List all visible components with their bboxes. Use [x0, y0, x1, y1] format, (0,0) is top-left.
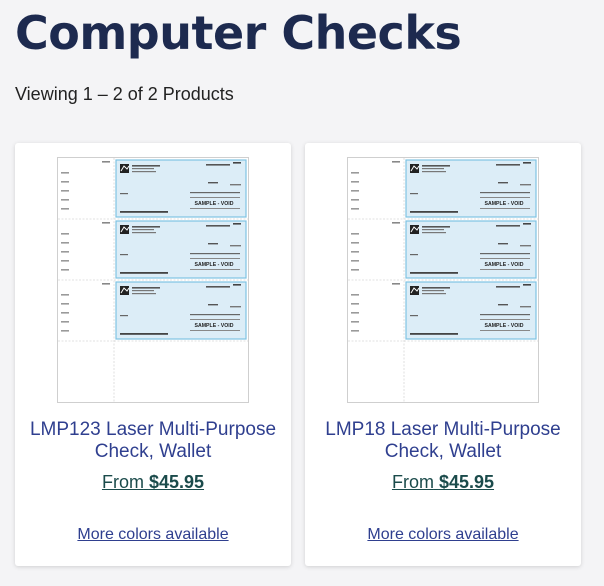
price-prefix: From	[101, 472, 144, 492]
svg-text:SAMPLE - VOID: SAMPLE - VOID	[195, 201, 234, 207]
results-count: Viewing 1 – 2 of 2 Products	[15, 84, 234, 104]
svg-text:SAMPLE - VOID: SAMPLE - VOID	[485, 201, 524, 207]
page-title: Computer Checks	[15, 6, 462, 60]
product-card[interactable]: SAMPLE - VOID SAMPLE - VOID SAMPLE - VOID …	[15, 143, 291, 566]
price-prefix: From	[391, 472, 434, 492]
svg-text:SAMPLE - VOID: SAMPLE - VOID	[195, 323, 234, 329]
svg-text:SAMPLE - VOID: SAMPLE - VOID	[485, 262, 524, 268]
check-sheet-image: SAMPLE - VOID SAMPLE - VOID SAMPLE - VOID	[58, 158, 248, 402]
svg-text:SAMPLE - VOID: SAMPLE - VOID	[195, 262, 234, 268]
more-colors-link[interactable]: More colors available	[15, 526, 291, 544]
product-title-link[interactable]: LMP18 Laser Multi-Purpose Check, Wallet	[317, 419, 569, 463]
product-thumbnail[interactable]: SAMPLE - VOID SAMPLE - VOID SAMPLE - VOID	[57, 157, 249, 403]
price-amount: $45.95	[148, 472, 205, 492]
check-sheet-image: SAMPLE - VOID SAMPLE - VOID SAMPLE - VOID	[348, 158, 538, 402]
product-price-link[interactable]: From $45.95	[15, 472, 291, 493]
product-price-link[interactable]: From $45.95	[305, 472, 581, 493]
product-card[interactable]: SAMPLE - VOID SAMPLE - VOID SAMPLE - VOID …	[305, 143, 581, 566]
product-title-link[interactable]: LMP123 Laser Multi-Purpose Check, Wallet	[27, 419, 279, 463]
product-thumbnail[interactable]: SAMPLE - VOID SAMPLE - VOID SAMPLE - VOID	[347, 157, 539, 403]
svg-text:SAMPLE - VOID: SAMPLE - VOID	[485, 323, 524, 329]
more-colors-link[interactable]: More colors available	[305, 526, 581, 544]
price-amount: $45.95	[438, 472, 495, 492]
